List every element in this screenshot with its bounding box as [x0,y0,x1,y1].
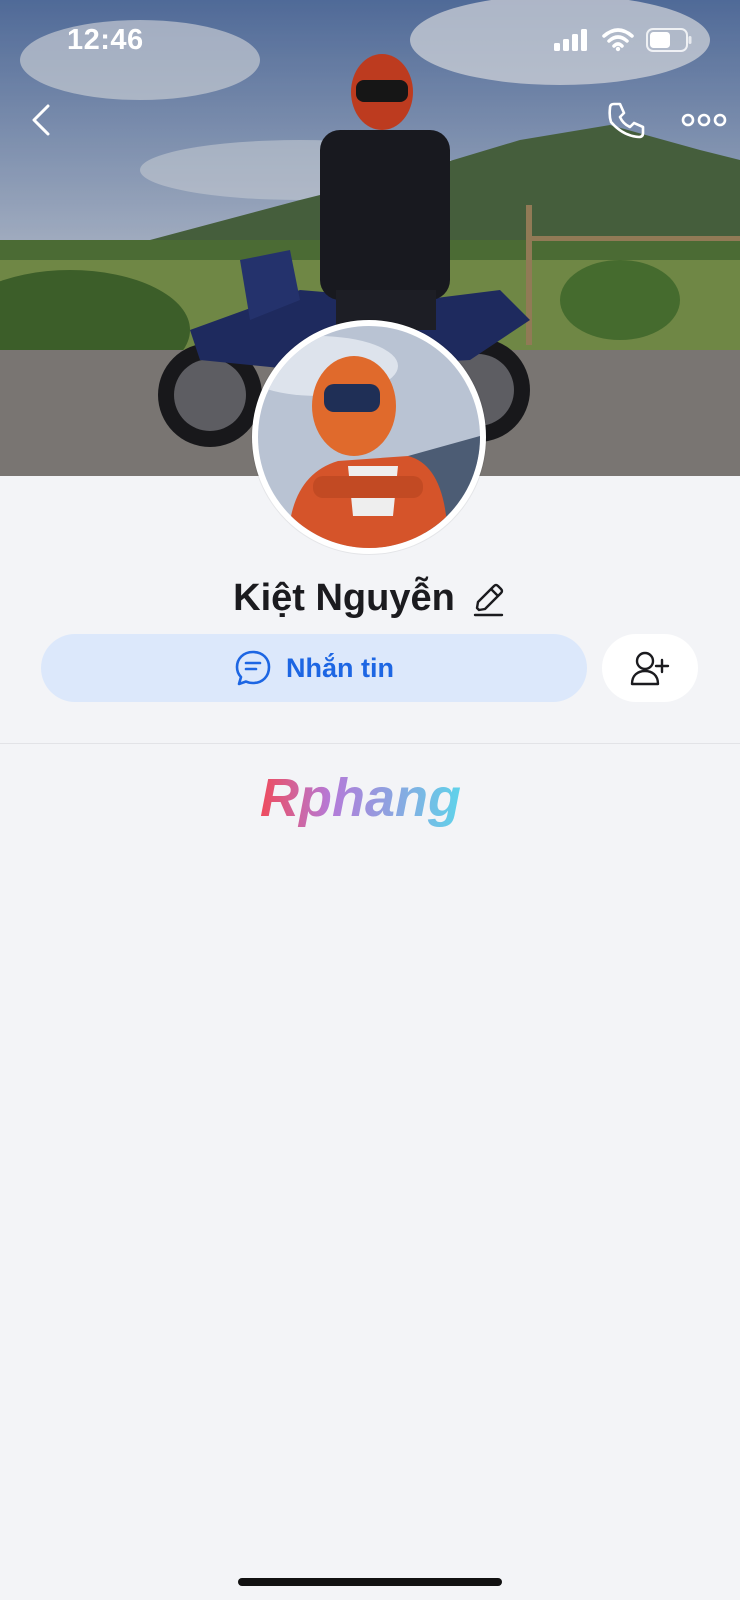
avatar[interactable] [252,320,486,554]
pencil-icon[interactable] [469,580,507,618]
back-button[interactable] [22,98,66,142]
message-label: Nhắn tin [286,652,394,683]
home-indicator[interactable] [238,1578,502,1586]
status-bar: 12:46 [0,0,740,84]
signal-bars-icon [554,29,587,51]
message-button[interactable]: Nhắn tin [41,634,587,702]
more-horizontal-icon [681,113,727,127]
status-time: 12:46 [67,24,144,56]
profile-name-row: Kiệt Nguyễn [0,570,740,626]
phone-icon [608,102,645,139]
battery-icon [646,28,692,52]
status-icons [554,28,692,52]
watermark-text: Rphang [260,768,461,828]
rphang-watermark-logo: Rphang [260,768,461,828]
chat-bubble-icon [235,650,271,686]
wifi-icon [602,28,634,52]
add-user-icon [630,651,670,686]
chevron-left-icon [32,104,50,136]
profile-name: Kiệt Nguyễn [233,576,455,619]
call-button[interactable] [602,96,650,144]
add-friend-button[interactable] [602,634,698,702]
section-divider [0,743,740,744]
avatar-image [258,326,480,548]
more-button[interactable] [676,100,732,140]
